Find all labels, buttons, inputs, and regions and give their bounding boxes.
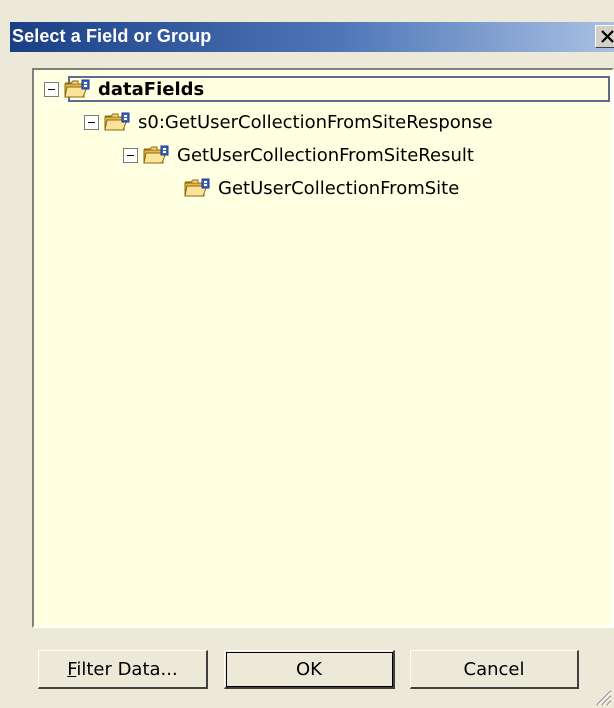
ok-button[interactable]: OK — [224, 650, 395, 689]
cancel-label: Cancel — [463, 658, 525, 680]
folder-icon — [184, 178, 210, 197]
resize-grip-icon[interactable] — [594, 688, 612, 706]
ok-label: OK — [296, 658, 322, 680]
tree-node-datafields[interactable]: dataFields — [44, 75, 204, 103]
window-title: Select a Field or Group — [12, 26, 212, 46]
title-bar[interactable]: Select a Field or Group — [10, 22, 614, 52]
tree-node-result[interactable]: GetUserCollectionFromSiteResult — [123, 141, 474, 169]
close-button[interactable] — [595, 25, 614, 48]
tree-node-label: GetUserCollectionFromSite — [218, 177, 460, 199]
folder-icon — [143, 145, 169, 164]
tree-node-label: dataFields — [98, 78, 205, 100]
select-field-dialog: Select a Field or Group dataFields s0:Ge… — [0, 0, 614, 708]
collapse-icon[interactable] — [44, 81, 59, 97]
tree-node-label: GetUserCollectionFromSiteResult — [177, 144, 474, 166]
cancel-button[interactable]: Cancel — [410, 650, 579, 689]
filter-data-label: Filter Data... — [67, 658, 178, 680]
tree-node-collection[interactable]: GetUserCollectionFromSite — [184, 174, 459, 202]
tree-node-label: s0:GetUserCollectionFromSiteResponse — [138, 111, 493, 133]
folder-icon — [64, 79, 90, 98]
tree-node-response[interactable]: s0:GetUserCollectionFromSiteResponse — [84, 108, 493, 136]
close-icon — [601, 30, 614, 43]
field-tree[interactable]: dataFields s0:GetUserCollectionFromSiteR… — [32, 68, 614, 628]
filter-data-button[interactable]: Filter Data... — [38, 650, 208, 689]
collapse-icon[interactable] — [123, 147, 138, 163]
collapse-icon[interactable] — [84, 114, 99, 130]
folder-icon — [104, 112, 130, 131]
